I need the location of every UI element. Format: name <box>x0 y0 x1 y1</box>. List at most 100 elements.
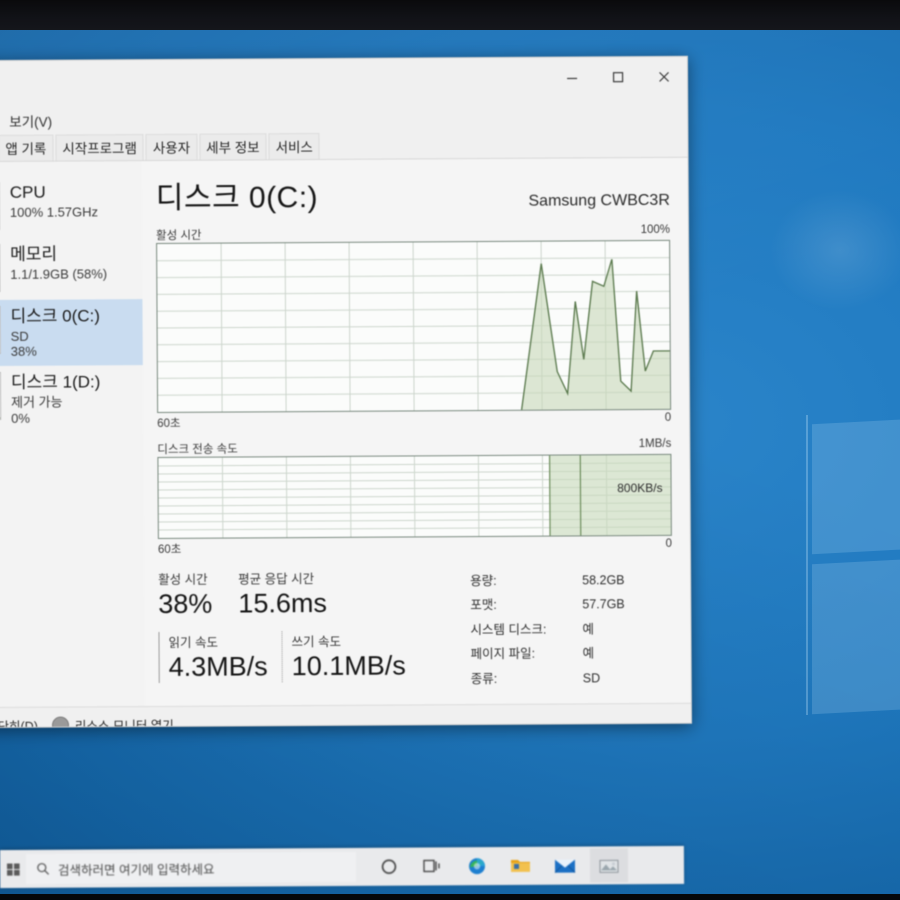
wallpaper-logo-pane-1 <box>812 415 900 555</box>
open-resource-monitor-label: 리소스 모니터 열기 <box>74 718 174 729</box>
wallpaper-logo-edge <box>806 415 808 715</box>
transfer-chart-x-left: 60초 <box>157 543 182 556</box>
device-model: Samsung CWBC3R <box>528 191 670 210</box>
sidebar-item-memory[interactable]: 메모리 1.1/1.9GB (58%) <box>0 237 142 300</box>
task-view-icon[interactable] <box>414 849 452 883</box>
sidebar-item-sub: 제거 가능 <box>11 394 63 410</box>
edge-icon[interactable] <box>458 849 496 883</box>
sidebar-item-disk1[interactable]: 디스크 1(D:) 제거 가능 0% <box>0 366 143 434</box>
stat-read-speed-label: 읽기 속도 <box>168 635 219 650</box>
sidebar-item-label: 디스크 0(C:) <box>10 306 101 326</box>
detail-key: 페이지 파일: <box>470 646 536 662</box>
detail-row-formatted: 포맷: 57.7GB <box>470 592 672 618</box>
search-placeholder: 검색하러면 여기에 입력하세요 <box>57 862 215 878</box>
detail-value: 예 <box>582 622 595 637</box>
detail-key: 시스템 디스크: <box>470 622 547 637</box>
windows-taskbar[interactable]: 검색하러면 여기에 입력하세요 <box>0 845 685 889</box>
sidebar-item-label: CPU <box>9 182 46 202</box>
sidebar-item-disk0[interactable]: 디스크 0(C:) SD 38% <box>0 299 143 367</box>
stats-left-column: 활성 시간 38% 평균 응답 시간 15.6ms 읽기 속도 4.3MB/s … <box>158 567 459 693</box>
tab-users[interactable]: 사용자 <box>145 133 198 161</box>
detail-row-page-file: 페이지 파일: 예 <box>471 641 673 667</box>
stat-write-speed-label: 쓰기 속도 <box>291 634 342 650</box>
stat-avg-response-label: 평균 응답 시간 <box>238 572 315 587</box>
tab-startup[interactable]: 시작프로그램 <box>55 134 144 161</box>
close-icon[interactable] <box>641 57 687 97</box>
page-title: 디스크 0(C:) <box>155 181 319 216</box>
stat-active-time-value: 38% <box>158 588 213 619</box>
laptop-bezel-bottom <box>0 894 900 900</box>
sidebar-item-cpu[interactable]: CPU 100% 1.57GHz <box>0 175 142 238</box>
task-manager-window[interactable]: 리자 션(O) 보기(V) 성능 앱 기록 시작프로그램 사용자 세부 <box>0 55 693 729</box>
activity-chart-svg <box>157 241 671 412</box>
fewer-details-button[interactable]: 간단히(D) <box>0 715 38 728</box>
activity-chart-max: 100% <box>640 223 671 237</box>
activity-chart-axis: 60초 0 <box>157 412 671 431</box>
sidebar-item-sub: SD <box>10 328 29 344</box>
transfer-chart-axis: 60초 0 <box>158 538 672 557</box>
stats-area: 활성 시간 38% 평균 응답 시간 15.6ms 읽기 속도 4.3MB/s … <box>158 566 673 693</box>
desktop-glow <box>770 190 900 310</box>
activity-chart-label: 활성 시간 <box>156 229 202 243</box>
laptop-bezel-top <box>0 0 900 30</box>
sidebar-item-sub: 1.1/1.9GB (58%) <box>10 265 108 282</box>
stat-read-speed: 읽기 속도 4.3MB/s <box>158 631 268 683</box>
window-controls[interactable] <box>549 57 687 98</box>
transfer-chart-svg <box>158 454 671 538</box>
start-button[interactable] <box>0 850 26 888</box>
disk-details-list: 용량: 58.2GB 포맷: 57.7GB 시스템 디스크: 예 페이지 파일:… <box>458 566 673 691</box>
detail-value: 57.7GB <box>582 597 625 612</box>
file-explorer-icon[interactable] <box>502 849 540 883</box>
transfer-chart-max: 1MB/s <box>638 437 672 451</box>
disk1-thumbnail-graph <box>0 372 2 421</box>
sidebar-item-sub2: 0% <box>11 410 30 426</box>
stat-write-speed: 쓰기 속도 10.1MB/s <box>281 630 406 683</box>
performance-sidebar[interactable]: CPU 100% 1.57GHz 메모리 1.1/1.9GB (58%) 디스크… <box>0 161 145 708</box>
search-icon <box>37 863 50 875</box>
transfer-chart-label: 디스크 전송 속도 <box>157 443 238 457</box>
detail-key: 용량: <box>470 573 497 589</box>
photo-scene: 리자 션(O) 보기(V) 성능 앱 기록 시작프로그램 사용자 세부 <box>0 0 900 900</box>
disk0-thumbnail-graph <box>0 305 1 355</box>
mail-icon[interactable] <box>546 849 584 883</box>
detail-key: 포맷: <box>470 598 497 613</box>
window-titlebar[interactable]: 리자 <box>0 56 688 108</box>
photos-icon[interactable] <box>589 848 629 883</box>
menu-item-view[interactable]: 보기(V) <box>9 111 52 131</box>
detail-key: 종류: <box>470 671 498 686</box>
stat-avg-response: 평균 응답 시간 15.6ms <box>238 568 327 620</box>
stat-write-speed-value: 10.1MB/s <box>291 650 406 682</box>
tab-services[interactable]: 서비스 <box>268 133 320 160</box>
stat-active-time: 활성 시간 38% <box>158 569 212 620</box>
detail-value: 예 <box>582 646 595 661</box>
detail-row-capacity: 용량: 58.2GB <box>470 568 672 594</box>
activity-chart-x-right: 0 <box>664 411 672 424</box>
sidebar-item-sub2: 38% <box>10 344 37 360</box>
performance-main-panel: 디스크 0(C:) Samsung CWBC3R 활성 시간 100% 60초 … <box>142 158 691 706</box>
search-input[interactable]: 검색하러면 여기에 입력하세요 <box>25 851 357 884</box>
detail-row-type: 종류: SD <box>471 665 673 691</box>
windows-logo-icon <box>6 862 20 876</box>
minimize-icon[interactable] <box>549 57 595 97</box>
activity-chart-x-left: 60초 <box>157 417 181 431</box>
stats-row-secondary: 읽기 속도 4.3MB/s 쓰기 속도 10.1MB/s <box>158 630 458 683</box>
main-header: 디스크 0(C:) Samsung CWBC3R <box>156 170 670 217</box>
tab-details[interactable]: 세부 정보 <box>199 133 267 160</box>
cortana-icon[interactable] <box>370 850 408 884</box>
transfer-chart: 800KB/s <box>157 453 672 539</box>
stat-active-time-label: 활성 시간 <box>158 572 208 587</box>
open-resource-monitor-button[interactable]: 리소스 모니터 열기 <box>51 714 174 729</box>
sidebar-item-label: 디스크 1(D:) <box>10 372 101 393</box>
activity-chart <box>156 239 672 414</box>
sidebar-item-label: 메모리 <box>10 244 58 264</box>
transfer-chart-annotation: 800KB/s <box>617 480 663 496</box>
detail-row-system-disk: 시스템 디스크: 예 <box>470 617 672 643</box>
tab-app-history[interactable]: 앱 기록 <box>0 134 54 161</box>
taskbar-icons[interactable] <box>370 848 629 884</box>
stat-read-speed-value: 4.3MB/s <box>168 651 268 682</box>
transfer-chart-x-right: 0 <box>665 537 672 550</box>
menu-bar[interactable]: 션(O) 보기(V) <box>0 103 687 135</box>
sidebar-item-sub: 100% 1.57GHz <box>9 203 99 220</box>
fewer-details-label: 간단히(D) <box>0 719 38 729</box>
maximize-icon[interactable] <box>595 57 641 97</box>
